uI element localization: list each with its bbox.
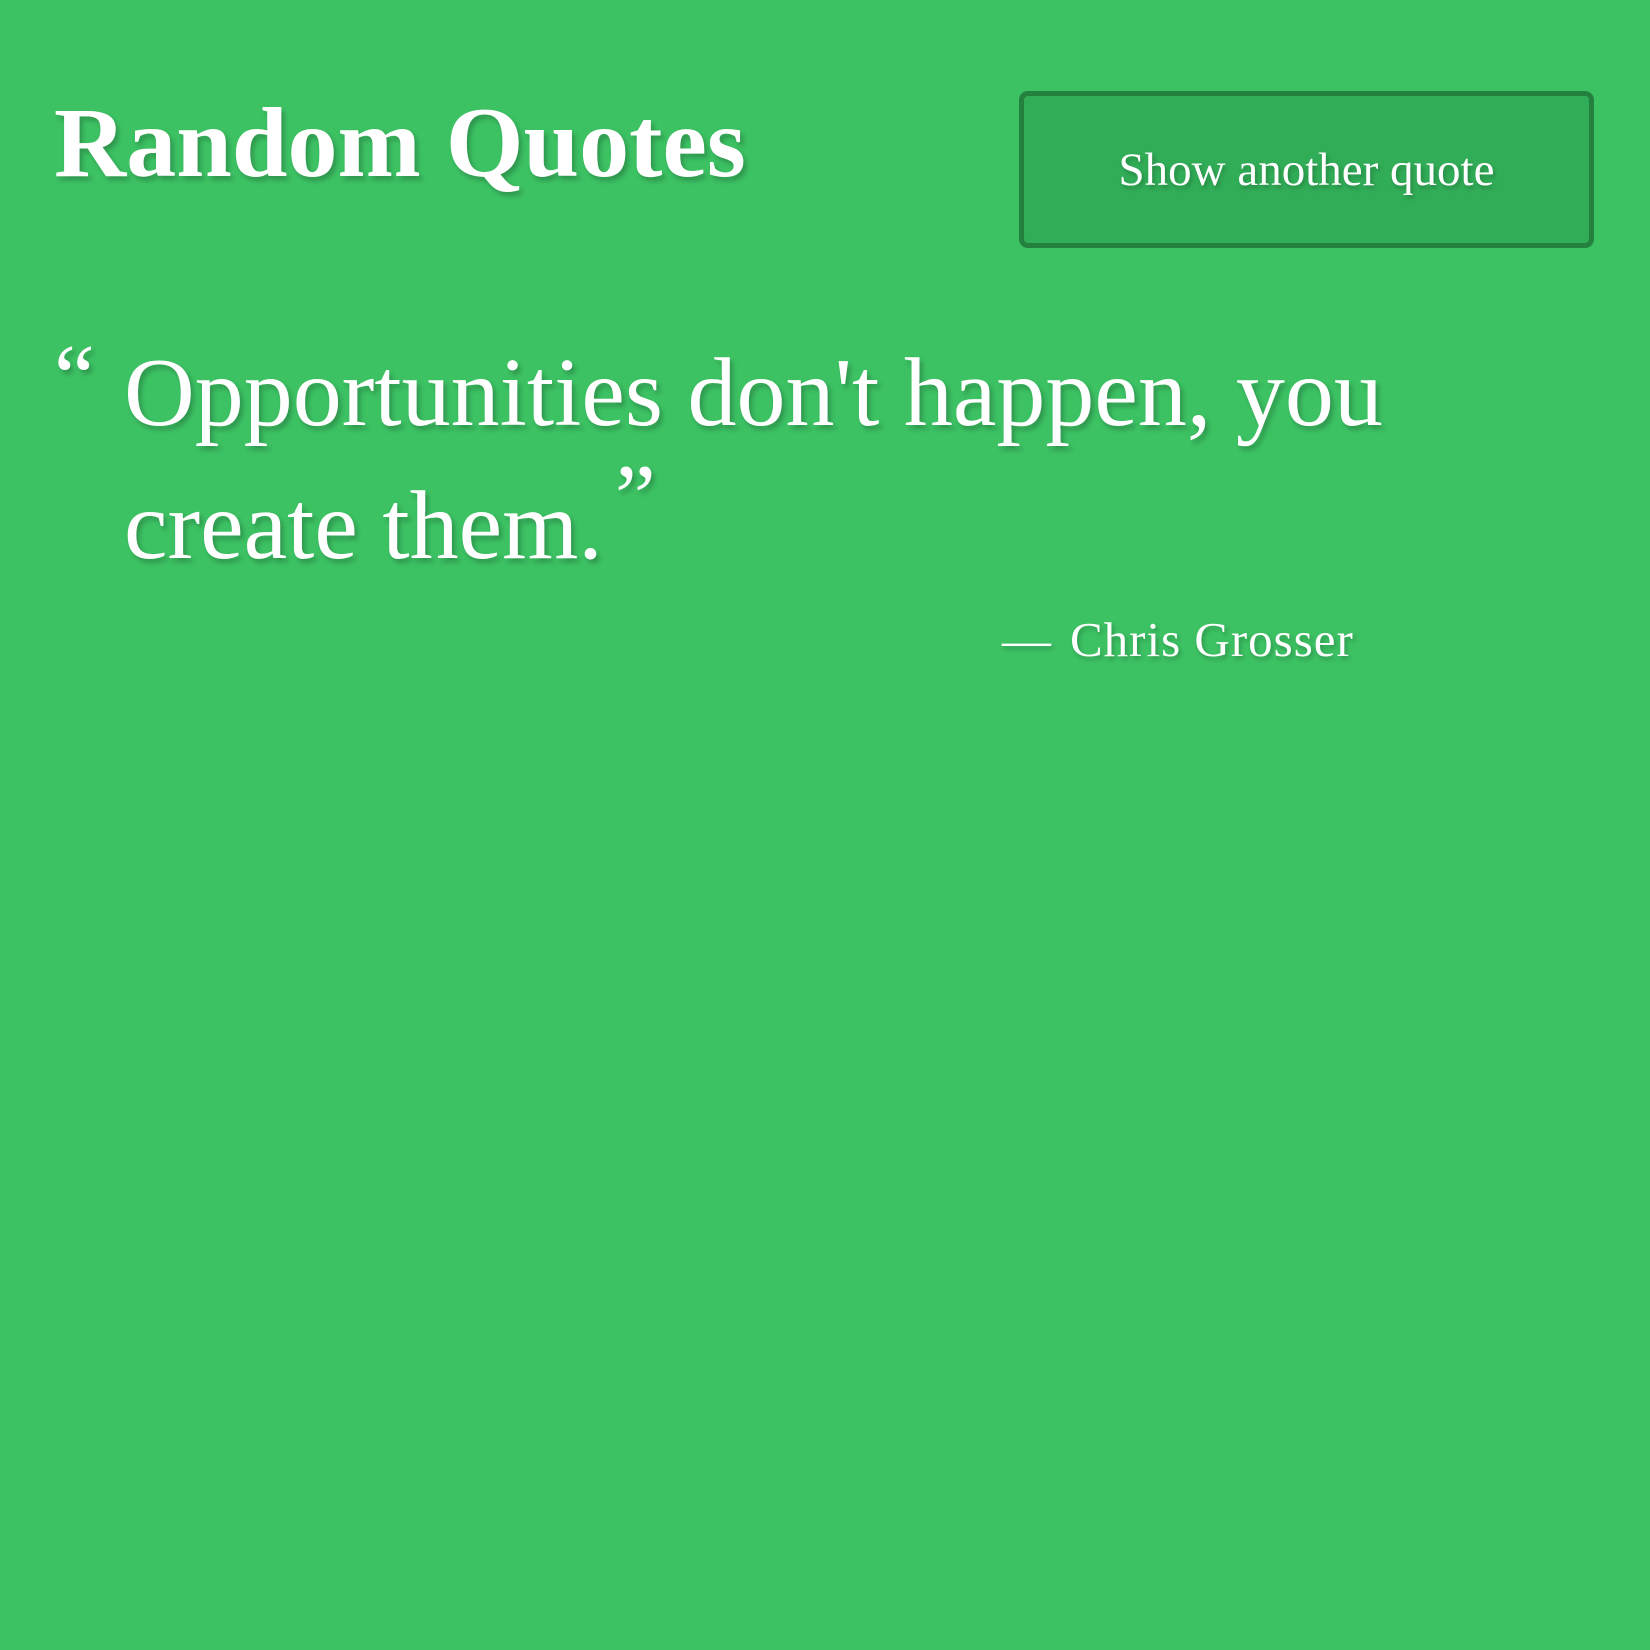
author-dash: —	[1002, 612, 1052, 667]
page: Random Quotes Show another quote “ Oppor…	[0, 0, 1650, 1650]
author-name: Chris Grosser	[1070, 612, 1354, 667]
show-another-quote-button[interactable]: Show another quote	[1019, 91, 1594, 248]
quote-author: — Chris Grosser	[1002, 611, 1354, 668]
page-title: Random Quotes	[54, 87, 746, 198]
quote-block: “ Opportunities don't happen, you create…	[54, 331, 1384, 584]
open-quote-mark-icon: “	[54, 326, 95, 428]
quote-text-container: Opportunities don't happen, you create t…	[124, 335, 1384, 584]
quote-text: Opportunities don't happen, you create t…	[124, 339, 1383, 580]
close-quote-mark-icon: ”	[614, 446, 656, 548]
